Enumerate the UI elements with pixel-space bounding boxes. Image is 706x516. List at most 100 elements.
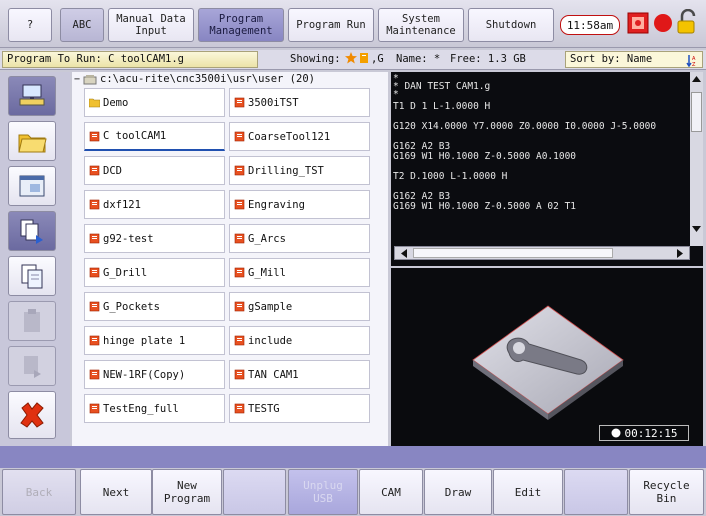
screen-view-button[interactable] — [8, 166, 56, 206]
code-line: G169 W1 H0.1000 Z-0.5000 A 02 T1 — [393, 201, 577, 212]
file-item[interactable]: NEW-1RF(Copy) — [84, 360, 225, 389]
scroll-down-icon[interactable] — [690, 222, 703, 236]
file-icon — [234, 165, 245, 176]
program-run-button[interactable]: Program Run — [288, 8, 374, 42]
copy-files-icon — [20, 219, 43, 244]
file-name: TestEng_full — [103, 402, 179, 415]
scroll-right-icon[interactable] — [673, 247, 687, 260]
vertical-scroll-thumb[interactable] — [691, 92, 702, 132]
file-item[interactable]: include — [229, 326, 370, 355]
part-render — [472, 305, 624, 420]
sort-by-label: Sort by: Name — [570, 53, 653, 65]
file-item[interactable]: gSample — [229, 292, 370, 321]
abc-button[interactable]: ABC — [60, 8, 104, 42]
file-name: TAN CAM1 — [248, 368, 299, 381]
folders-button[interactable] — [8, 121, 56, 161]
unplug-usb-button[interactable]: Unplug USB — [288, 469, 358, 515]
horizontal-scrollbar[interactable] — [394, 246, 690, 260]
file-icon — [234, 233, 245, 244]
system-maintenance-button[interactable]: System Maintenance — [378, 8, 464, 42]
file-name: Drilling_TST — [248, 164, 324, 177]
directory-path: − c:\acu-rite\cnc3500i\usr\user (20) — [74, 73, 315, 85]
file-item[interactable]: G_Drill — [84, 258, 225, 287]
scroll-left-icon[interactable] — [397, 247, 411, 260]
code-line: * DAN TEST CAM1.g — [393, 81, 491, 92]
program-management-button[interactable]: Program Management — [198, 8, 284, 42]
timer-value: 00:12:15 — [624, 426, 678, 440]
file-name: CoarseTool121 — [248, 130, 331, 143]
file-icon — [234, 335, 245, 346]
paste-button[interactable] — [8, 256, 56, 296]
file-item[interactable]: G_Pockets — [84, 292, 225, 321]
file-icon — [234, 301, 245, 312]
file-item[interactable]: TestEng_full — [84, 394, 225, 423]
file-item[interactable]: G_Mill — [229, 258, 370, 287]
file-name: 3500iTST — [248, 96, 299, 109]
network-drive-button[interactable] — [8, 76, 56, 116]
file-item[interactable]: Drilling_TST — [229, 156, 370, 185]
export-button[interactable] — [8, 346, 56, 386]
file-icon — [234, 267, 245, 278]
file-item[interactable]: Engraving — [229, 190, 370, 219]
softkey-empty-2[interactable] — [564, 469, 628, 515]
scroll-up-icon[interactable] — [690, 72, 703, 86]
help-button[interactable]: ? — [8, 8, 52, 42]
clipboard-button[interactable] — [8, 301, 56, 341]
copy-files-button[interactable] — [8, 211, 56, 251]
file-item[interactable]: 3500iTST — [229, 88, 370, 117]
file-item[interactable]: Demo — [84, 88, 225, 117]
clipboard-icon — [24, 309, 40, 332]
next-button[interactable]: Next — [80, 469, 152, 515]
file-item[interactable]: TAN CAM1 — [229, 360, 370, 389]
code-line: G120 X14.0000 Y7.0000 Z0.0000 I0.0000 J-… — [393, 121, 657, 132]
file-name: g92-test — [103, 232, 154, 245]
star-icon — [345, 52, 357, 67]
recycle-bin-button[interactable]: Recycle Bin — [629, 469, 704, 515]
shutdown-button[interactable]: Shutdown — [468, 8, 554, 42]
manual-data-input-button[interactable]: Manual Data Input — [108, 8, 194, 42]
export-icon — [24, 356, 41, 378]
softkey-empty-1[interactable] — [223, 469, 286, 515]
svg-text:Z: Z — [692, 62, 696, 67]
code-line: T2 D.1000 L-1.0000 H — [393, 171, 508, 182]
new-program-button[interactable]: New Program — [152, 469, 222, 515]
showing-label: Showing: — [290, 53, 341, 65]
code-line: T1 D 1 L-1.0000 H — [393, 101, 491, 112]
file-icon — [89, 233, 100, 244]
cam-button[interactable]: CAM — [359, 469, 423, 515]
sort-by-selector[interactable]: Sort by: Name AZ — [565, 51, 703, 68]
collapse-icon[interactable]: − — [74, 74, 80, 85]
file-item[interactable]: G_Arcs — [229, 224, 370, 253]
file-type-icon — [358, 52, 370, 67]
status-bar: Program To Run: C toolCAM1.g Showing: ,G… — [0, 50, 706, 70]
vertical-scrollbar[interactable] — [690, 72, 703, 246]
file-item[interactable]: TESTG — [229, 394, 370, 423]
file-item[interactable]: g92-test — [84, 224, 225, 253]
file-icon — [234, 97, 245, 108]
toolpath-preview[interactable]: 00:12:15 — [391, 268, 703, 446]
file-item[interactable]: DCD — [84, 156, 225, 185]
file-item[interactable]: CoarseTool121 — [229, 122, 370, 151]
file-name: hinge plate 1 — [103, 334, 186, 347]
name-filter: Name: * — [396, 53, 441, 65]
stop-indicator-icon[interactable] — [652, 12, 674, 37]
draw-button[interactable]: Draw — [424, 469, 492, 515]
gcode-editor[interactable]: * * DAN TEST CAM1.g * T1 D 1 L-1.0000 H G120… — [391, 72, 703, 266]
file-item[interactable]: hinge plate 1 — [84, 326, 225, 355]
back-button[interactable]: Back — [2, 469, 76, 515]
window-icon — [19, 175, 45, 197]
document-icon — [21, 264, 43, 289]
bottom-softkey-bar: Back Next New Program Unplug USB CAM Dra… — [0, 468, 706, 516]
edit-button[interactable]: Edit — [493, 469, 563, 515]
delete-button[interactable] — [8, 391, 56, 439]
file-icon — [89, 131, 100, 141]
folder-icon — [89, 98, 100, 108]
file-item[interactable]: C toolCAM1 — [84, 122, 225, 151]
file-name: include — [248, 334, 293, 347]
alarm-icon[interactable] — [627, 12, 649, 37]
sort-icon: AZ — [686, 55, 696, 67]
file-name: C toolCAM1 — [103, 130, 167, 142]
horizontal-scroll-thumb[interactable] — [413, 248, 613, 258]
file-item[interactable]: dxf121 — [84, 190, 225, 219]
unlock-icon[interactable] — [676, 8, 700, 38]
